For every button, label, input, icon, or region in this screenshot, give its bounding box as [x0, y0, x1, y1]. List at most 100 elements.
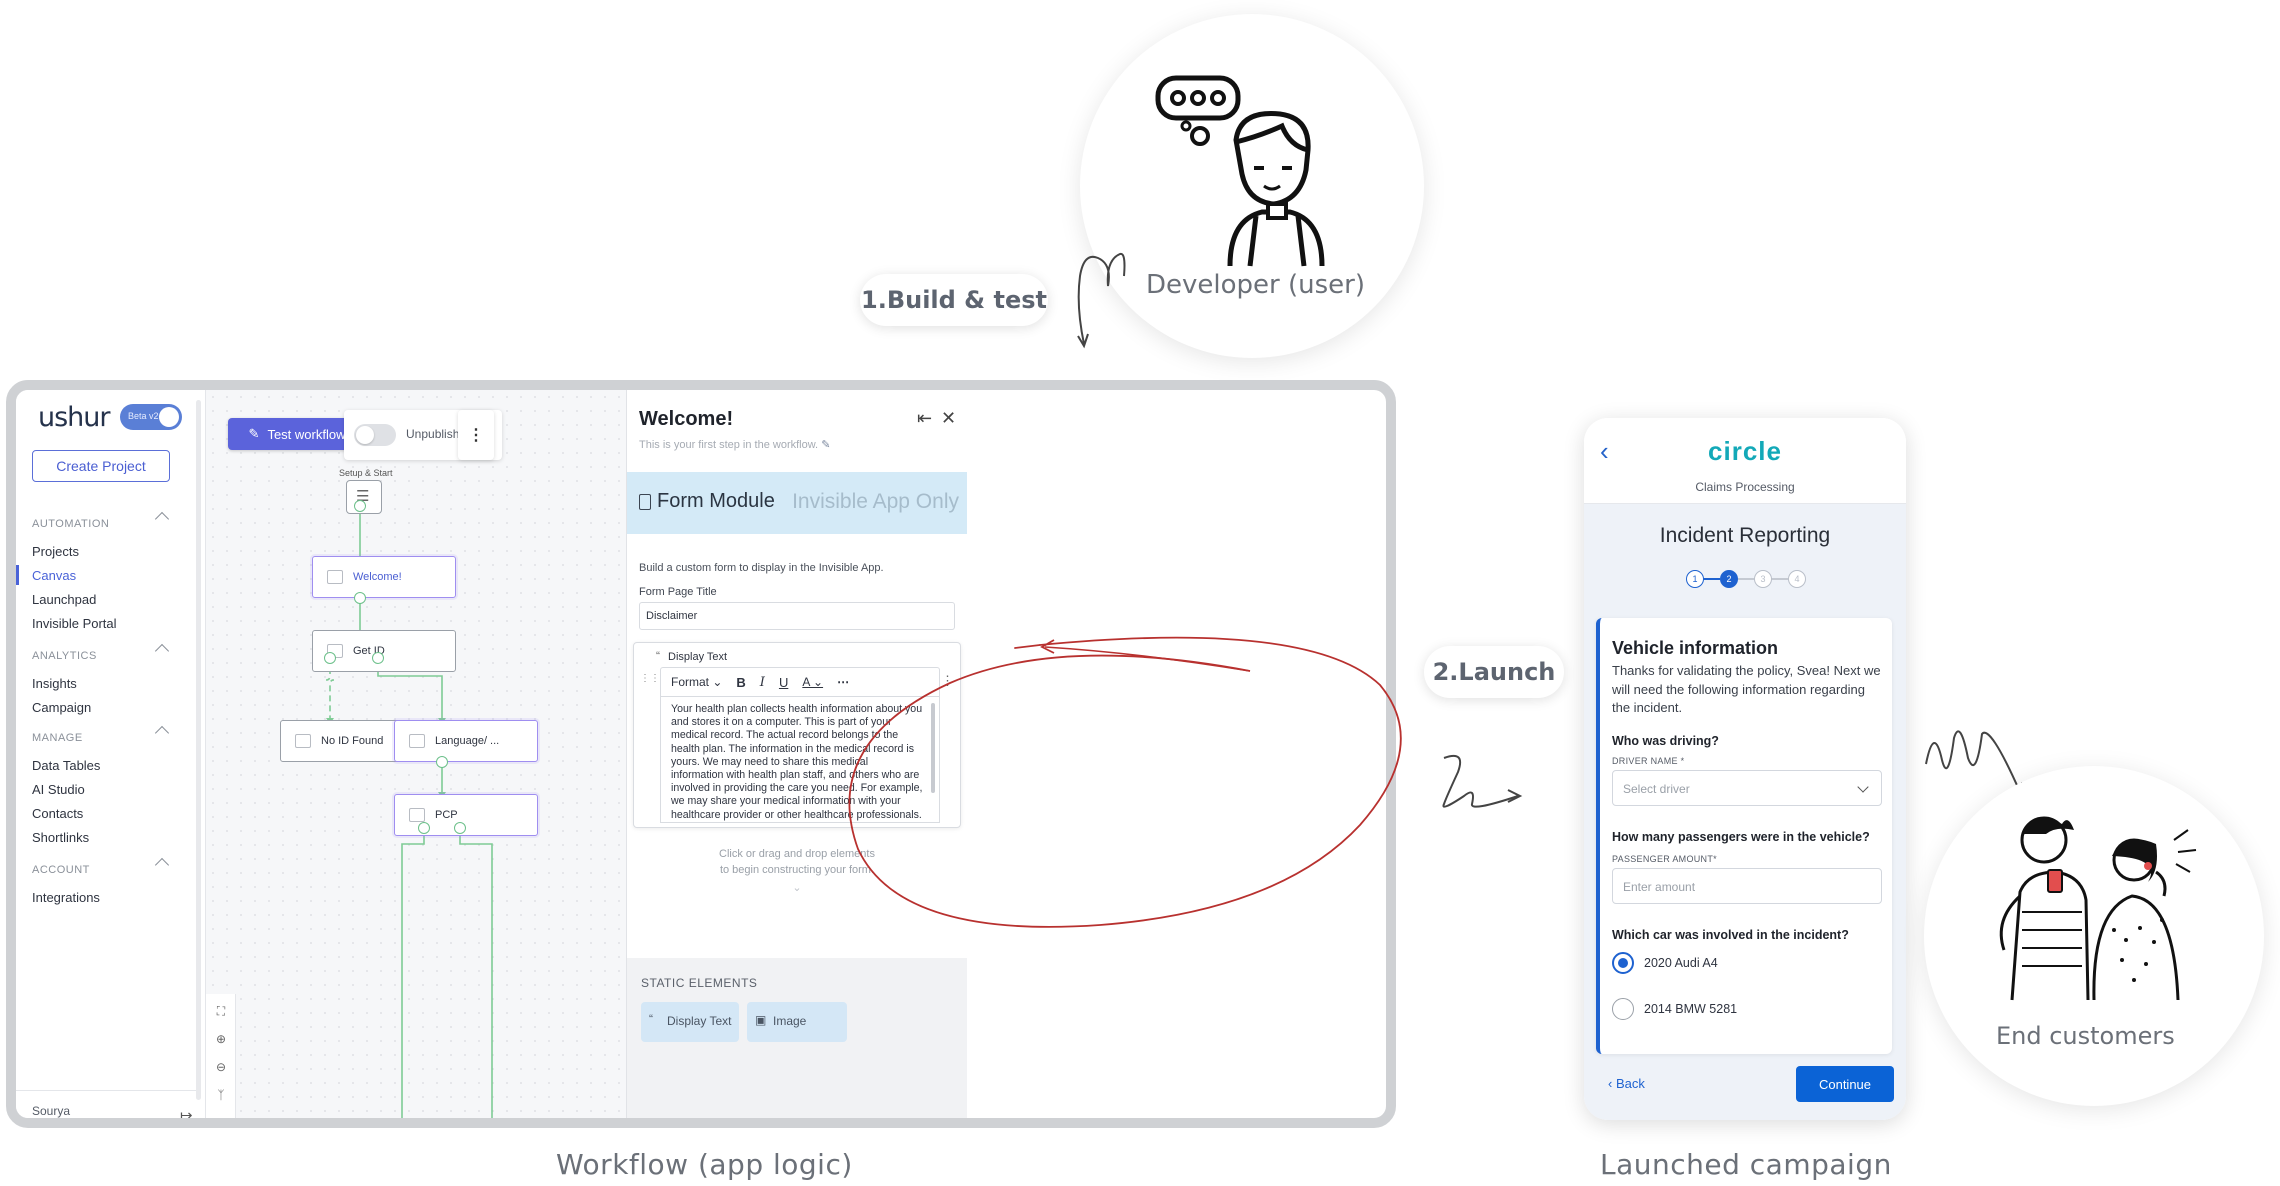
- developer-bubble: Developer (user): [1080, 14, 1424, 358]
- collapse-icon[interactable]: ⇤: [917, 408, 932, 429]
- beta-toggle[interactable]: Beta v2: [120, 404, 182, 430]
- driver-select[interactable]: Select driver: [1612, 770, 1882, 806]
- connector-dot[interactable]: [324, 652, 336, 664]
- customers-bubble: End customers: [1924, 766, 2264, 1106]
- connector-dot[interactable]: [354, 500, 366, 512]
- sidebar-item-contacts[interactable]: Contacts: [32, 806, 83, 821]
- static-elements-heading: STATIC ELEMENTS: [641, 976, 758, 990]
- annotation-ellipse: [848, 636, 1402, 928]
- connector-dot[interactable]: [418, 822, 430, 834]
- text-color-button[interactable]: A ⌄: [802, 675, 823, 689]
- ushur-logo: ushur: [38, 402, 111, 433]
- panel-title: Welcome!: [639, 408, 734, 430]
- chevron-down-icon: [1857, 781, 1869, 793]
- question-passengers: How many passengers were in the vehicle?: [1612, 830, 1870, 844]
- form-module-header: Form Module Invisible App Only: [627, 472, 967, 534]
- logout-icon[interactable]: ↦: [180, 1106, 193, 1118]
- sidebar-item-invisible-portal[interactable]: Invisible Portal: [32, 616, 117, 631]
- campaign-caption: Launched campaign: [1600, 1148, 1892, 1181]
- section-automation[interactable]: AUTOMATION: [32, 511, 170, 530]
- branch-icon[interactable]: ᛉ: [210, 1084, 232, 1106]
- sidebar-item-launchpad[interactable]: Launchpad: [32, 592, 96, 607]
- sidebar-scrollbar[interactable]: [196, 400, 201, 1100]
- invisible-app-tag: Invisible App Only: [792, 490, 959, 513]
- sidebar-item-ai-studio[interactable]: AI Studio: [32, 782, 85, 797]
- sidebar-item-campaign[interactable]: Campaign: [32, 700, 91, 715]
- close-icon[interactable]: ✕: [941, 408, 956, 429]
- passenger-input[interactable]: Enter amount: [1612, 868, 1882, 904]
- form-page-title-label: Form Page Title: [639, 586, 717, 598]
- stack-icon: [409, 808, 425, 822]
- chevron-up-icon: [154, 725, 170, 741]
- underline-button[interactable]: U: [779, 675, 788, 690]
- phone-body: Incident Reporting 1 2 3 4 Vehicle infor…: [1584, 504, 1906, 1120]
- display-text-chip[interactable]: “Display Text: [641, 1002, 739, 1042]
- continue-button[interactable]: Continue: [1796, 1066, 1894, 1102]
- sidebar-item-data-tables[interactable]: Data Tables: [32, 758, 100, 773]
- stack-icon: [409, 734, 425, 748]
- connector-dot[interactable]: [354, 592, 366, 604]
- question-driver: Who was driving?: [1612, 734, 1719, 748]
- image-chip[interactable]: ▣ Image: [747, 1002, 847, 1042]
- connector-dot[interactable]: [436, 756, 448, 768]
- workflow-caption: Workflow (app logic): [556, 1148, 853, 1181]
- connector-dot[interactable]: [454, 822, 466, 834]
- sidebar-item-integrations[interactable]: Integrations: [32, 890, 100, 905]
- question-car: Which car was involved in the incident?: [1612, 928, 1849, 942]
- end-customers-label: End customers: [1996, 1022, 2175, 1050]
- create-project-button[interactable]: Create Project: [32, 450, 170, 482]
- section-analytics[interactable]: ANALYTICS: [32, 643, 170, 662]
- back-link[interactable]: ‹ Back: [1608, 1076, 1645, 1091]
- section-heading: MANAGE: [32, 732, 83, 744]
- node-label: Language/ ...: [435, 735, 500, 747]
- squiggle-arrow-down: [1077, 252, 1126, 349]
- fit-screen-icon[interactable]: ⛶: [210, 1000, 232, 1022]
- node-pcp[interactable]: PCP: [394, 794, 538, 836]
- sidebar-item-canvas[interactable]: Canvas: [32, 568, 76, 583]
- sidebar: ushur Beta v2 Create Project AUTOMATION …: [16, 390, 206, 1118]
- active-indicator: [16, 565, 19, 585]
- display-text-label: Display Text: [668, 651, 728, 663]
- image-icon: ▣: [755, 1013, 767, 1027]
- format-dropdown[interactable]: Format ⌄: [671, 675, 722, 689]
- node-get-id[interactable]: Get ID: [312, 630, 456, 672]
- italic-button[interactable]: I: [760, 675, 765, 690]
- radio-audi[interactable]: [1612, 952, 1634, 974]
- workflow-canvas[interactable]: ✎ Test workflow Unpublished ⋮ Setup & St…: [206, 390, 626, 1118]
- build-test-pill: 1.Build & test: [860, 274, 1048, 326]
- panel-description: Build a custom form to display in the In…: [639, 562, 884, 574]
- section-account[interactable]: ACCOUNT: [32, 857, 170, 876]
- sidebar-item-projects[interactable]: Projects: [32, 544, 79, 559]
- user-name: Sourya: [32, 1104, 71, 1118]
- driver-label: DRIVER NAME *: [1612, 756, 1685, 766]
- canvas-controls: ⛶ ⊕ ⊖ ᛉ: [206, 994, 236, 1118]
- chevron-up-icon: [154, 857, 170, 873]
- zoom-in-icon[interactable]: ⊕: [210, 1028, 232, 1050]
- quote-icon: “: [649, 1012, 653, 1026]
- drag-handle-icon[interactable]: ⋮⋮: [640, 673, 660, 684]
- quote-icon: “: [656, 649, 660, 663]
- setup-start-label: Setup & Start: [339, 468, 393, 478]
- node-label: Welcome!: [353, 571, 402, 583]
- node-welcome[interactable]: Welcome!: [312, 556, 456, 598]
- step-3: 3: [1754, 570, 1772, 588]
- bold-button[interactable]: B: [736, 675, 745, 690]
- sidebar-item-insights[interactable]: Insights: [32, 676, 77, 691]
- phone-header: ‹ circle Claims Processing: [1584, 418, 1906, 504]
- zoom-out-icon[interactable]: ⊖: [210, 1056, 232, 1078]
- sidebar-item-shortlinks[interactable]: Shortlinks: [32, 830, 89, 845]
- radio-bmw[interactable]: [1612, 998, 1634, 1020]
- node-language[interactable]: Language/ ...: [394, 720, 538, 762]
- launch-pill: 2.Launch: [1424, 646, 1564, 698]
- circle-logo: circle: [1708, 436, 1782, 466]
- section-heading: AUTOMATION: [32, 518, 110, 530]
- connector-dot[interactable]: [372, 652, 384, 664]
- edit-pencil-icon[interactable]: ✎: [821, 439, 830, 451]
- chevron-up-icon: [154, 511, 170, 527]
- section-manage[interactable]: MANAGE: [32, 725, 170, 744]
- form-icon: [327, 570, 343, 584]
- incident-title: Incident Reporting: [1659, 524, 1831, 547]
- beta-label: Beta v2: [128, 411, 159, 421]
- option-bmw-label: 2014 BMW 5281: [1644, 1002, 1738, 1016]
- squiggle-arrow-right: [1442, 754, 1523, 808]
